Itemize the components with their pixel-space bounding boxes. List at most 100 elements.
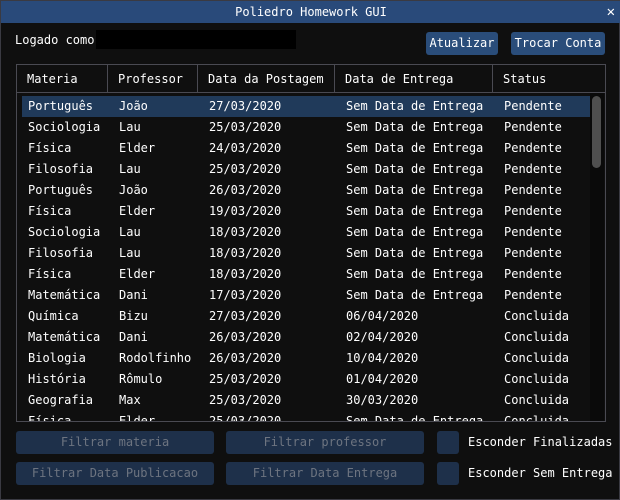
table-row[interactable]: Português João 26/03/2020 Sem Data de Entre… xyxy=(22,180,590,201)
table-cell: 25/03/2020 xyxy=(209,120,282,134)
table-cell: Matemática xyxy=(28,288,101,302)
table-cell: Pendente xyxy=(504,183,562,197)
table-cell: Sociologia xyxy=(28,225,101,239)
table-cell: 25/03/2020 xyxy=(209,393,282,407)
table-cell: Concluida xyxy=(504,309,570,323)
table-cell: Concluida xyxy=(504,330,570,344)
table-cell: Matemática xyxy=(28,330,101,344)
column-header[interactable]: Materia xyxy=(17,65,108,93)
table-cell: Geografia xyxy=(28,393,94,407)
table-cell: 02/04/2020 xyxy=(346,330,419,344)
table-cell: 25/03/2020 xyxy=(209,162,282,176)
table-cell: Concluida xyxy=(504,372,570,386)
scrollbar[interactable] xyxy=(590,93,604,421)
table-cell: Pendente xyxy=(504,162,562,176)
filter-due-date-button[interactable]: Filtrar Data Entrega xyxy=(226,462,424,485)
table-cell: Elder xyxy=(119,267,156,281)
column-header[interactable]: Data de Entrega xyxy=(335,65,493,93)
table-cell: Química xyxy=(28,309,79,323)
table-cell: Sem Data de Entrega xyxy=(346,225,484,239)
table-row[interactable]: Química Bizu 27/03/2020 06/04/2020 Concluida xyxy=(22,306,590,327)
table-cell: 26/03/2020 xyxy=(209,330,282,344)
hide-no-deadline-label: Esconder Sem Entrega xyxy=(468,466,613,480)
table-cell: Biologia xyxy=(28,351,86,365)
hide-no-deadline-checkbox[interactable] xyxy=(437,462,459,485)
table-cell: 18/03/2020 xyxy=(209,246,282,260)
table-row[interactable]: Geografia Max 25/03/2020 30/03/2020 Concluid… xyxy=(22,390,590,411)
table-cell: Sem Data de Entrega xyxy=(346,204,484,218)
logged-as-label: Logado como xyxy=(15,33,95,47)
table-cell: Pendente xyxy=(504,267,562,281)
table-cell: 06/04/2020 xyxy=(346,309,419,323)
refresh-button[interactable]: Atualizar xyxy=(426,32,498,55)
username-redacted xyxy=(96,30,296,49)
table-row[interactable]: Sociologia Lau 18/03/2020 Sem Data de Entre… xyxy=(22,222,590,243)
table-row[interactable]: Física Elder 25/03/2020 Sem Data de Entrega… xyxy=(22,411,590,422)
homework-table: Materia Professor Data da Postagem Data de … xyxy=(16,64,606,422)
table-cell: 25/03/2020 xyxy=(209,414,282,422)
table-cell: 27/03/2020 xyxy=(209,99,282,113)
table-cell: Física xyxy=(28,414,72,422)
table-cell: 10/04/2020 xyxy=(346,351,419,365)
table-cell: 01/04/2020 xyxy=(346,372,419,386)
column-header[interactable]: Data da Postagem xyxy=(198,65,335,93)
table-row[interactable]: Filosofia Lau 18/03/2020 Sem Data de Entreg… xyxy=(22,243,590,264)
table-cell: Concluida xyxy=(504,414,570,422)
table-row[interactable]: Matemática Dani 17/03/2020 Sem Data de Entr… xyxy=(22,285,590,306)
table-cell: Lau xyxy=(119,162,141,176)
table-cell: Português xyxy=(28,99,94,113)
table-cell: Pendente xyxy=(504,204,562,218)
table-row[interactable]: Filosofia Lau 25/03/2020 Sem Data de Entreg… xyxy=(22,159,590,180)
table-cell: Lau xyxy=(119,225,141,239)
table-cell: Pendente xyxy=(504,225,562,239)
table-row[interactable]: Física Elder 18/03/2020 Sem Data de Entrega… xyxy=(22,264,590,285)
table-cell: Dani xyxy=(119,330,148,344)
table-cell: Concluida xyxy=(504,393,570,407)
table-cell: 24/03/2020 xyxy=(209,141,282,155)
window-title: Poliedro Homework GUI xyxy=(235,5,387,19)
table-cell: Filosofia xyxy=(28,162,94,176)
table-cell: Elder xyxy=(119,414,156,422)
table-cell: Elder xyxy=(119,141,156,155)
column-header[interactable]: Professor xyxy=(108,65,198,93)
table-row[interactable]: Português João 27/03/2020 Sem Data de Entre… xyxy=(22,96,590,117)
close-icon[interactable]: ✕ xyxy=(607,1,615,23)
filter-teacher-button[interactable]: Filtrar professor xyxy=(226,431,424,454)
filter-publish-date-button[interactable]: Filtrar Data Publicacao xyxy=(16,462,214,485)
table-cell: Português xyxy=(28,183,94,197)
table-cell: Sem Data de Entrega xyxy=(346,288,484,302)
table-cell: Sem Data de Entrega xyxy=(346,99,484,113)
table-cell: Sem Data de Entrega xyxy=(346,120,484,134)
hide-finished-label: Esconder Finalizadas xyxy=(468,435,613,449)
table-cell: Física xyxy=(28,141,72,155)
table-cell: Sem Data de Entrega xyxy=(346,267,484,281)
table-cell: Rodolfinho xyxy=(119,351,192,365)
filter-subject-button[interactable]: Filtrar materia xyxy=(16,431,214,454)
table-row[interactable]: Sociologia Lau 25/03/2020 Sem Data de Entre… xyxy=(22,117,590,138)
table-cell: 19/03/2020 xyxy=(209,204,282,218)
table-header: Materia Professor Data da Postagem Data de … xyxy=(17,65,605,93)
table-cell: 18/03/2020 xyxy=(209,225,282,239)
table-cell: Sem Data de Entrega xyxy=(346,162,484,176)
table-cell: 27/03/2020 xyxy=(209,309,282,323)
table-cell: Sem Data de Entrega xyxy=(346,183,484,197)
table-cell: Pendente xyxy=(504,141,562,155)
table-cell: Sociologia xyxy=(28,120,101,134)
table-cell: Sem Data de Entrega xyxy=(346,141,484,155)
table-cell: Pendente xyxy=(504,246,562,260)
scrollbar-thumb[interactable] xyxy=(592,96,601,168)
hide-finished-checkbox[interactable] xyxy=(437,431,459,454)
switch-account-button[interactable]: Trocar Conta xyxy=(511,32,605,55)
column-header[interactable]: Status xyxy=(493,65,591,93)
table-row[interactable]: Física Elder 19/03/2020 Sem Data de Entrega… xyxy=(22,201,590,222)
table-cell: Dani xyxy=(119,288,148,302)
table-row[interactable]: Biologia Rodolfinho 26/03/2020 10/04/2020 Co… xyxy=(22,348,590,369)
table-row[interactable]: Física Elder 24/03/2020 Sem Data de Entrega… xyxy=(22,138,590,159)
table-row[interactable]: Matemática Dani 26/03/2020 02/04/2020 Conclu… xyxy=(22,327,590,348)
table-row[interactable]: História Rômulo 25/03/2020 01/04/2020 Conclu… xyxy=(22,369,590,390)
table-cell: Física xyxy=(28,267,72,281)
table-cell: Elder xyxy=(119,204,156,218)
table-cell: 30/03/2020 xyxy=(346,393,419,407)
table-cell: Sem Data de Entrega xyxy=(346,246,484,260)
table-cell: Lau xyxy=(119,246,141,260)
